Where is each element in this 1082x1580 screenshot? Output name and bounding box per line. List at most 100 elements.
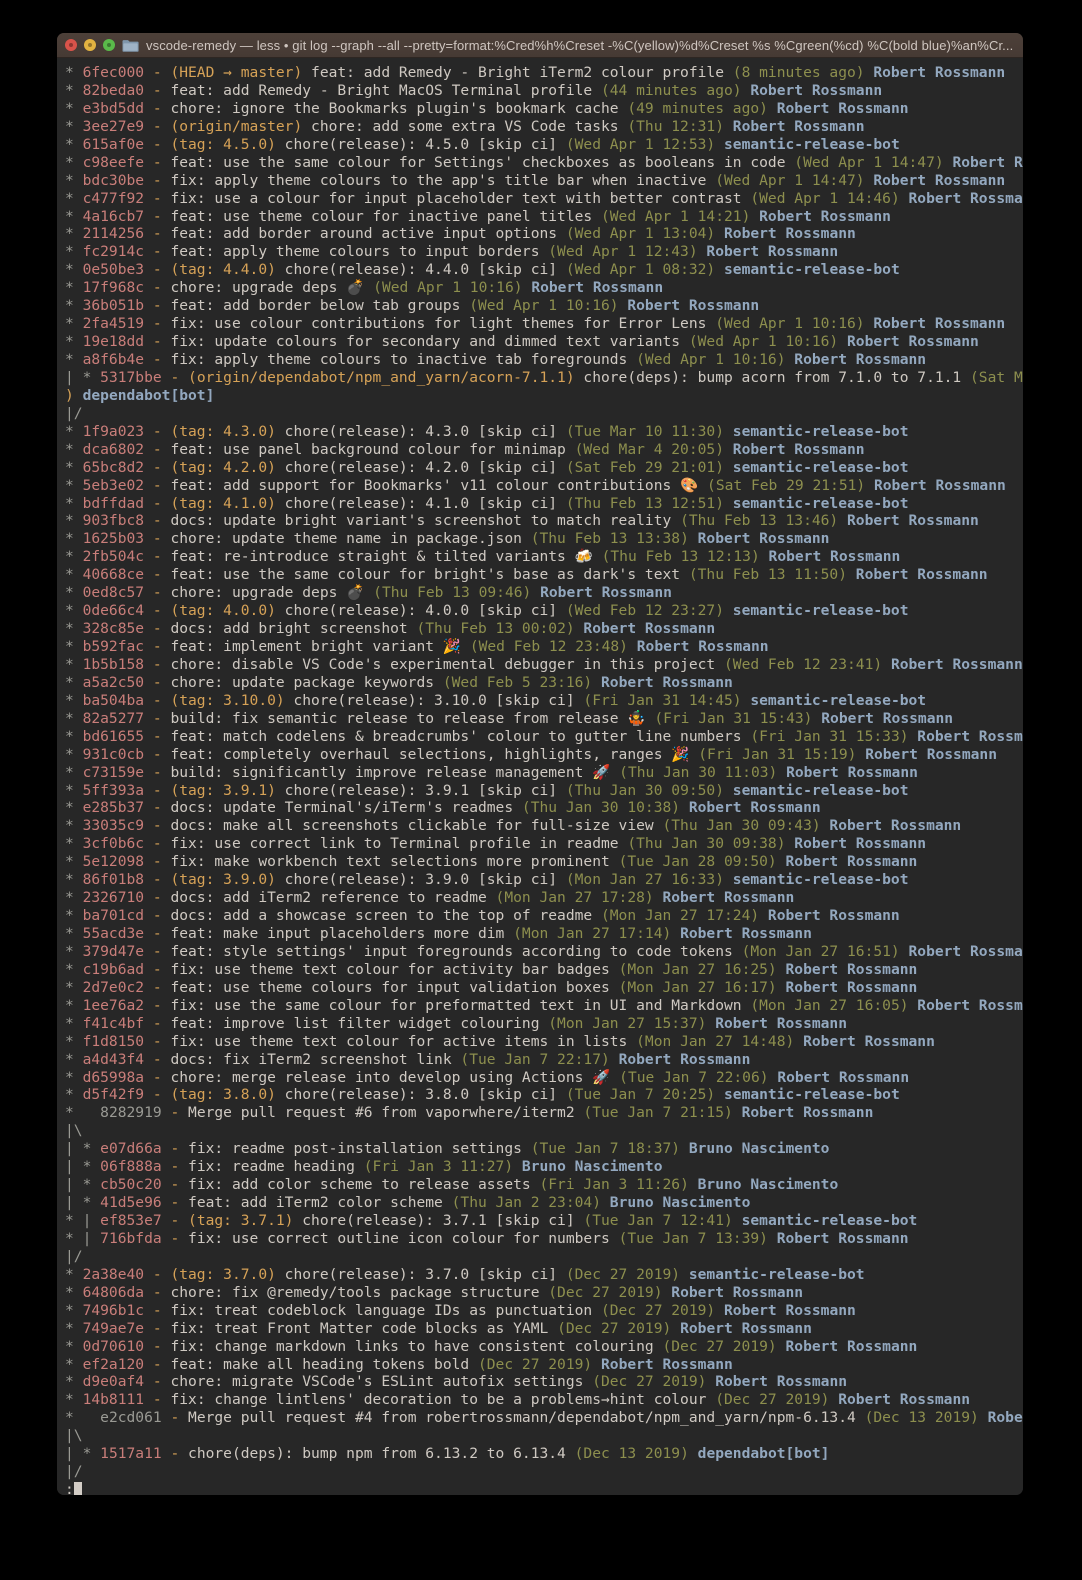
- git-log-line: * d9e0af4 - chore: migrate VSCode's ESLi…: [65, 1373, 1015, 1391]
- git-log-line: * 0de66c4 - (tag: 4.0.0) chore(release):…: [65, 602, 1015, 620]
- commit-graph: *: [65, 566, 83, 584]
- commit-author: dependabot[bot]: [73, 386, 215, 404]
- commit-graph: *: [65, 1409, 101, 1427]
- git-log-line: * 65bc8d2 - (tag: 4.2.0) chore(release):…: [65, 459, 1015, 477]
- commit-subject: chore: merge release into develop using …: [161, 1068, 611, 1086]
- git-log-line: * 1f9a023 - (tag: 4.3.0) chore(release):…: [65, 423, 1015, 441]
- git-log-line: * c19b6ad - fix: use theme text colour f…: [65, 961, 1015, 979]
- git-log-line: * 86f01b8 - (tag: 3.9.0) chore(release):…: [65, 871, 1015, 889]
- git-log-line: * 2114256 - feat: add border around acti…: [65, 225, 1015, 243]
- window-title-bar[interactable]: vscode-remedy — less • git log --graph -…: [57, 33, 1023, 58]
- commit-refs: -: [144, 1319, 162, 1337]
- git-log-line: * d65998a - chore: merge release into de…: [65, 1069, 1015, 1087]
- commit-subject: fix: apply theme colours to inactive tab…: [161, 351, 637, 368]
- commit-author: Robert Rossmann: [856, 745, 997, 763]
- commit-hash: a8f6b4e: [82, 351, 145, 368]
- terminal-window[interactable]: vscode-remedy — less • git log --graph -…: [57, 33, 1023, 1495]
- commit-author: semantic-release-bot: [724, 458, 909, 476]
- commit-hash: 1f9a023: [82, 422, 145, 440]
- commit-hash: 65bc8d2: [82, 458, 145, 476]
- commit-author: semantic-release-bot: [715, 135, 900, 153]
- commit-date: (Mon Jan 27 16:33): [565, 871, 724, 889]
- commit-subject: fix: use a colour for input placeholder …: [161, 189, 751, 207]
- commit-hash: dca6802: [82, 440, 145, 458]
- zoom-button[interactable]: [103, 39, 115, 51]
- commit-subject: chore(deps): bump npm from 6.13.2 to 6.1…: [179, 1445, 575, 1463]
- commit-subject: chore(release): 3.9.1 [skip ci]: [275, 781, 566, 799]
- commit-refs: -: [144, 763, 162, 781]
- commit-date: (Thu Jan 30 09:43): [662, 817, 821, 835]
- commit-author: Robert Rossmann: [776, 978, 918, 996]
- commit-refs: - (origin/dependabot/npm_and_yarn/acorn-…: [161, 368, 575, 386]
- commit-subject: build: significantly improve release man…: [161, 763, 611, 781]
- commit-author: Robert Rossmann: [882, 655, 1023, 673]
- commit-graph: *: [65, 117, 83, 135]
- commit-author: semantic-release-bot: [715, 1086, 900, 1104]
- git-log-line: * a4d43f4 - docs: fix iTerm2 screenshot …: [65, 1051, 1015, 1069]
- commit-subject: chore: upgrade deps 💣: [161, 584, 365, 602]
- terminal-output[interactable]: * 6fec000 - (HEAD → master) feat: add Re…: [57, 58, 1023, 1495]
- commit-refs: - (tag: 4.5.0): [144, 135, 276, 153]
- commit-subject: fix: use correct outline icon colour for…: [179, 1229, 619, 1247]
- commit-graph: *: [65, 960, 83, 978]
- commit-date: (8 minutes ago): [732, 64, 865, 81]
- commit-refs: -: [144, 1068, 162, 1086]
- commit-graph: *: [65, 171, 83, 189]
- commit-date: (Sat Feb 29 21:01): [565, 458, 724, 476]
- commit-hash: 0ed8c57: [82, 584, 145, 602]
- commit-graph: *: [65, 925, 83, 942]
- commit-subject: feat: add Remedy - Bright MacOS Terminal…: [161, 81, 601, 99]
- minimize-button[interactable]: [84, 39, 96, 51]
- commit-date: (Wed Apr 1 08:32): [565, 261, 716, 279]
- commit-author: Robert Rossmann: [908, 942, 1024, 960]
- traffic-light-buttons[interactable]: [65, 39, 115, 51]
- commit-refs: - (tag: 3.7.0): [144, 1265, 276, 1283]
- commit-date: (Tue Jan 7 22:06): [619, 1068, 769, 1086]
- commit-graph: *: [65, 333, 83, 351]
- commit-hash: 749ae7e: [82, 1319, 145, 1337]
- commit-hash: 06f888a: [100, 1158, 162, 1176]
- commit-subject: chore(deps): bump acorn from 7.1.0 to 7.…: [574, 368, 971, 386]
- commit-author: Bruno Nascimento: [513, 1158, 663, 1176]
- commit-date: (Tue Jan 7 22:17): [460, 1050, 610, 1068]
- git-log-line: * 82beda0 - feat: add Remedy - Bright Ma…: [65, 82, 1015, 100]
- commit-subject: chore(release): 4.3.0 [skip ci]: [275, 422, 566, 440]
- commit-refs: -: [144, 225, 162, 243]
- commit-date: (Dec 27 2019): [548, 1283, 663, 1301]
- commit-refs: - (origin/master): [144, 117, 303, 135]
- commit-author: Robert Rossmann: [794, 1032, 935, 1050]
- commit-author: Robert Rossmann: [662, 1283, 804, 1301]
- git-log-line: * | ef853e7 - (tag: 3.7.1) chore(release…: [65, 1212, 1015, 1230]
- commit-date: (Thu 12:31): [627, 117, 724, 135]
- commit-author: Robert Rossmann: [750, 207, 891, 225]
- commit-refs: - (tag: 3.9.0): [144, 871, 276, 889]
- close-button[interactable]: [65, 39, 77, 51]
- git-log-line: * c73159e - build: significantly improve…: [65, 764, 1015, 782]
- commit-refs: -: [144, 1337, 162, 1355]
- git-log-line: * 2d7e0c2 - feat: use theme colours for …: [65, 979, 1015, 997]
- commit-hash: 2326710: [82, 889, 145, 907]
- commit-author: Robert Rossmann: [724, 117, 865, 135]
- commit-refs: -: [144, 279, 162, 297]
- commit-hash: d65998a: [82, 1068, 145, 1086]
- commit-hash: 3ee27e9: [82, 117, 145, 135]
- commit-date: (Thu Jan 30 09:38): [627, 835, 786, 853]
- commit-author: Robert Rossmann: [777, 763, 918, 781]
- commit-date: (Fri Jan 3 11:27): [363, 1158, 514, 1176]
- commit-subject: feat: use theme colour for inactive pane…: [161, 207, 601, 225]
- git-log-line: * 379d47e - feat: style settings' input …: [65, 942, 1023, 961]
- commit-hash: ba504ba: [82, 691, 145, 709]
- commit-graph: *: [65, 942, 83, 960]
- commit-hash: 17f968c: [82, 279, 145, 297]
- commit-graph: *: [65, 1283, 83, 1301]
- commit-hash: 8282919: [100, 1104, 162, 1122]
- less-prompt-line[interactable]: :: [65, 1481, 1015, 1495]
- commit-subject: docs: fix iTerm2 screenshot link: [161, 1050, 461, 1068]
- commit-subject: feat: improve list filter widget colouri…: [161, 1014, 549, 1032]
- commit-subject: docs: make all screenshots clickable for…: [161, 817, 663, 835]
- commit-date: (Mon Jan 27 15:37): [548, 1014, 707, 1032]
- commit-author: Robert Rossmann: [724, 440, 865, 458]
- commit-refs: -: [144, 1283, 162, 1301]
- commit-refs: - (tag: 4.1.0): [144, 494, 276, 512]
- commit-graph: *: [65, 135, 83, 153]
